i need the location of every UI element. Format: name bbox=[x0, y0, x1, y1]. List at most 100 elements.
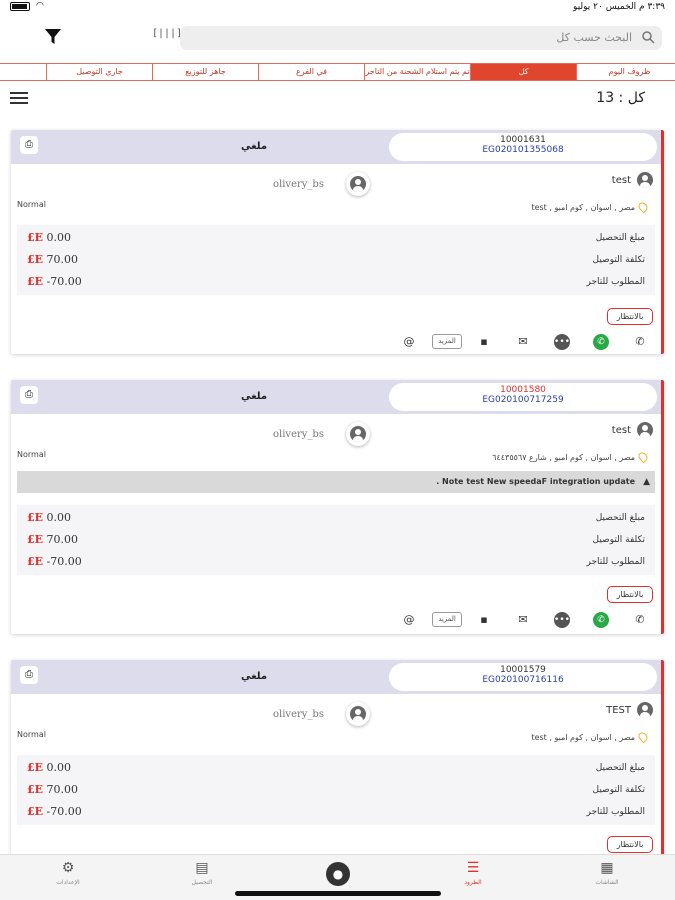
status-bar: ◠ ٣:٣٩ م الخميس ٢٠ يوليو bbox=[0, 0, 675, 16]
barcode-scan-button[interactable]: [|||] bbox=[152, 28, 182, 44]
order-number: 10001579 bbox=[500, 665, 546, 675]
courier-avatar[interactable] bbox=[345, 422, 370, 446]
print-icon[interactable]: ⎙ bbox=[20, 386, 38, 404]
courier-avatar[interactable] bbox=[345, 172, 370, 196]
customer: test bbox=[612, 422, 653, 438]
collect-label: مبلغ التحصيل bbox=[595, 513, 645, 523]
chat-icon[interactable]: ▪ bbox=[476, 334, 492, 350]
merchant-row: المطلوب للتاجر £E -70.00 bbox=[17, 553, 655, 571]
customer-name: TEST bbox=[606, 704, 631, 716]
order-card[interactable]: ⎙ ملغي 10001579 EG020100716116 TEST oliv… bbox=[11, 660, 664, 860]
delivery-value: £E 70.00 bbox=[27, 783, 79, 796]
phone-icon[interactable]: ✆ bbox=[632, 612, 648, 628]
order-id-box[interactable]: 10001579 EG020100716116 bbox=[389, 663, 657, 691]
card-actions: ✆ ✆ ••• ✉ ▪ المزيد @ bbox=[11, 612, 661, 630]
courier-name: olivery_bs bbox=[273, 178, 324, 190]
search-icon bbox=[642, 31, 655, 44]
collect-label: مبلغ التحصيل bbox=[595, 233, 645, 243]
delivery-label: تكلفة التوصيل bbox=[592, 785, 645, 795]
email-icon[interactable]: ✉ bbox=[515, 612, 531, 628]
customer: TEST bbox=[606, 702, 653, 718]
filter-icon[interactable] bbox=[42, 26, 64, 48]
merchant-value: £E -70.00 bbox=[27, 275, 82, 288]
customer-avatar-icon bbox=[637, 422, 653, 438]
order-card[interactable]: ⎙ ملغي 10001631 EG020101355068 test oliv… bbox=[11, 130, 664, 354]
battery-icon bbox=[10, 1, 30, 11]
courier-avatar[interactable] bbox=[345, 702, 370, 726]
at-sign-icon[interactable]: @ bbox=[401, 612, 417, 628]
names-row: test olivery_bs bbox=[11, 172, 661, 196]
add-button[interactable]: ● bbox=[326, 862, 350, 886]
nav-settings[interactable]: ⚙ الإعدادات bbox=[38, 859, 98, 886]
priority: Normal bbox=[17, 450, 46, 459]
collect-value: £E 0.00 bbox=[27, 511, 72, 524]
print-icon[interactable]: ⎙ bbox=[20, 136, 38, 154]
wifi-icon: ◠ bbox=[36, 1, 44, 11]
tab-picked-up[interactable]: تم يتم استلام الشحنة من التاجر bbox=[364, 64, 470, 80]
location-pin-icon bbox=[636, 200, 650, 214]
address-text: مصر , اسوان , كوم امبو , test bbox=[531, 202, 635, 212]
count-row: كل : 13 bbox=[0, 90, 675, 110]
collect-value: £E 0.00 bbox=[27, 761, 72, 774]
money-summary: مبلغ التحصيل £E 0.00 تكلفة التوصيل £E 70… bbox=[17, 225, 655, 295]
nav-screens[interactable]: ▦ الشاشات bbox=[577, 859, 637, 886]
whatsapp-icon[interactable]: ✆ bbox=[593, 612, 609, 628]
nav-collection[interactable]: ▤ التحصيل bbox=[172, 859, 232, 886]
search-input[interactable]: البحث حسب كل bbox=[180, 26, 662, 50]
more-button[interactable]: المزيد bbox=[432, 334, 462, 349]
whatsapp-icon[interactable]: ✆ bbox=[593, 334, 609, 350]
address: مصر , اسوان , كوم امبو , test bbox=[531, 200, 650, 214]
order-count: كل : 13 bbox=[596, 90, 645, 106]
collect-label: مبلغ التحصيل bbox=[595, 763, 645, 773]
menu-icon[interactable] bbox=[10, 92, 28, 106]
location-pin-icon bbox=[636, 450, 650, 464]
delivery-value: £E 70.00 bbox=[27, 253, 79, 266]
tab-delivering[interactable]: جاري التوصيل bbox=[46, 64, 152, 80]
home-indicator bbox=[235, 891, 441, 896]
delivery-row: تكلفة التوصيل £E 70.00 bbox=[17, 781, 655, 799]
money-summary: مبلغ التحصيل £E 0.00 تكلفة التوصيل £E 70… bbox=[17, 505, 655, 575]
more-button[interactable]: المزيد bbox=[432, 612, 462, 627]
priority: Normal bbox=[17, 200, 46, 209]
customer-name: test bbox=[611, 424, 631, 436]
tracking-code: EG020100717259 bbox=[482, 395, 564, 405]
status-indicators: ◠ bbox=[10, 1, 44, 11]
email-icon[interactable]: ✉ bbox=[515, 334, 531, 350]
courier-avatar-icon bbox=[349, 706, 366, 722]
courier: olivery_bs bbox=[273, 422, 370, 446]
tab-ready[interactable]: جاهز للتوزيع bbox=[152, 64, 258, 80]
tab-today[interactable]: ظروف اليوم bbox=[576, 64, 675, 80]
tab-in-branch[interactable]: في الفرع bbox=[258, 64, 364, 80]
collect-row: مبلغ التحصيل £E 0.00 bbox=[17, 509, 655, 527]
customer: test bbox=[612, 172, 653, 188]
at-sign-icon[interactable]: @ bbox=[401, 334, 417, 350]
customer-avatar-icon bbox=[637, 172, 653, 188]
tab-done[interactable]: تم bbox=[0, 64, 46, 80]
card-actions: ✆ ✆ ••• ✉ ▪ المزيد @ bbox=[11, 334, 661, 352]
phone-icon[interactable]: ✆ bbox=[632, 334, 648, 350]
chat-icon[interactable]: ▪ bbox=[476, 612, 492, 628]
grid-icon: ▦ bbox=[600, 860, 614, 876]
order-id-box[interactable]: 10001631 EG020101355068 bbox=[389, 133, 657, 161]
address-text: مصر , اسوان , كوم امبو , شارع ٦٤٤٣٥٥٦٧ bbox=[492, 452, 635, 462]
tracking-code: EG020100716116 bbox=[482, 675, 564, 685]
tab-all[interactable]: كل bbox=[470, 64, 576, 80]
order-id-box[interactable]: 10001580 EG020100717259 bbox=[389, 383, 657, 411]
order-note: ▲ Note test New speedaF integration upda… bbox=[17, 471, 655, 493]
courier: olivery_bs bbox=[273, 172, 370, 196]
waiting-button[interactable]: بالانتظار bbox=[607, 586, 653, 603]
waiting-button[interactable]: بالانتظار bbox=[607, 836, 653, 853]
order-number: 10001631 bbox=[500, 135, 546, 145]
print-icon[interactable]: ⎙ bbox=[20, 666, 38, 684]
note-text: Note test New speedaF integration update… bbox=[436, 477, 635, 486]
gear-icon: ⚙ bbox=[61, 860, 75, 876]
sms-icon[interactable]: ••• bbox=[554, 334, 570, 350]
waiting-button[interactable]: بالانتظار bbox=[607, 308, 653, 325]
nav-parcels[interactable]: ☰ الطرود bbox=[443, 859, 503, 886]
delivery-row: تكلفة التوصيل £E 70.00 bbox=[17, 251, 655, 269]
sms-icon[interactable]: ••• bbox=[554, 612, 570, 628]
merchant-row: المطلوب للتاجر £E -70.00 bbox=[17, 273, 655, 291]
order-card[interactable]: ⎙ ملغي 10001580 EG020100717259 test oliv… bbox=[11, 380, 664, 634]
address-text: مصر , اسوان , كوم امبو , test bbox=[531, 732, 635, 742]
app-screen: ◠ ٣:٣٩ م الخميس ٢٠ يوليو [|||] البحث حسب… bbox=[0, 0, 675, 900]
